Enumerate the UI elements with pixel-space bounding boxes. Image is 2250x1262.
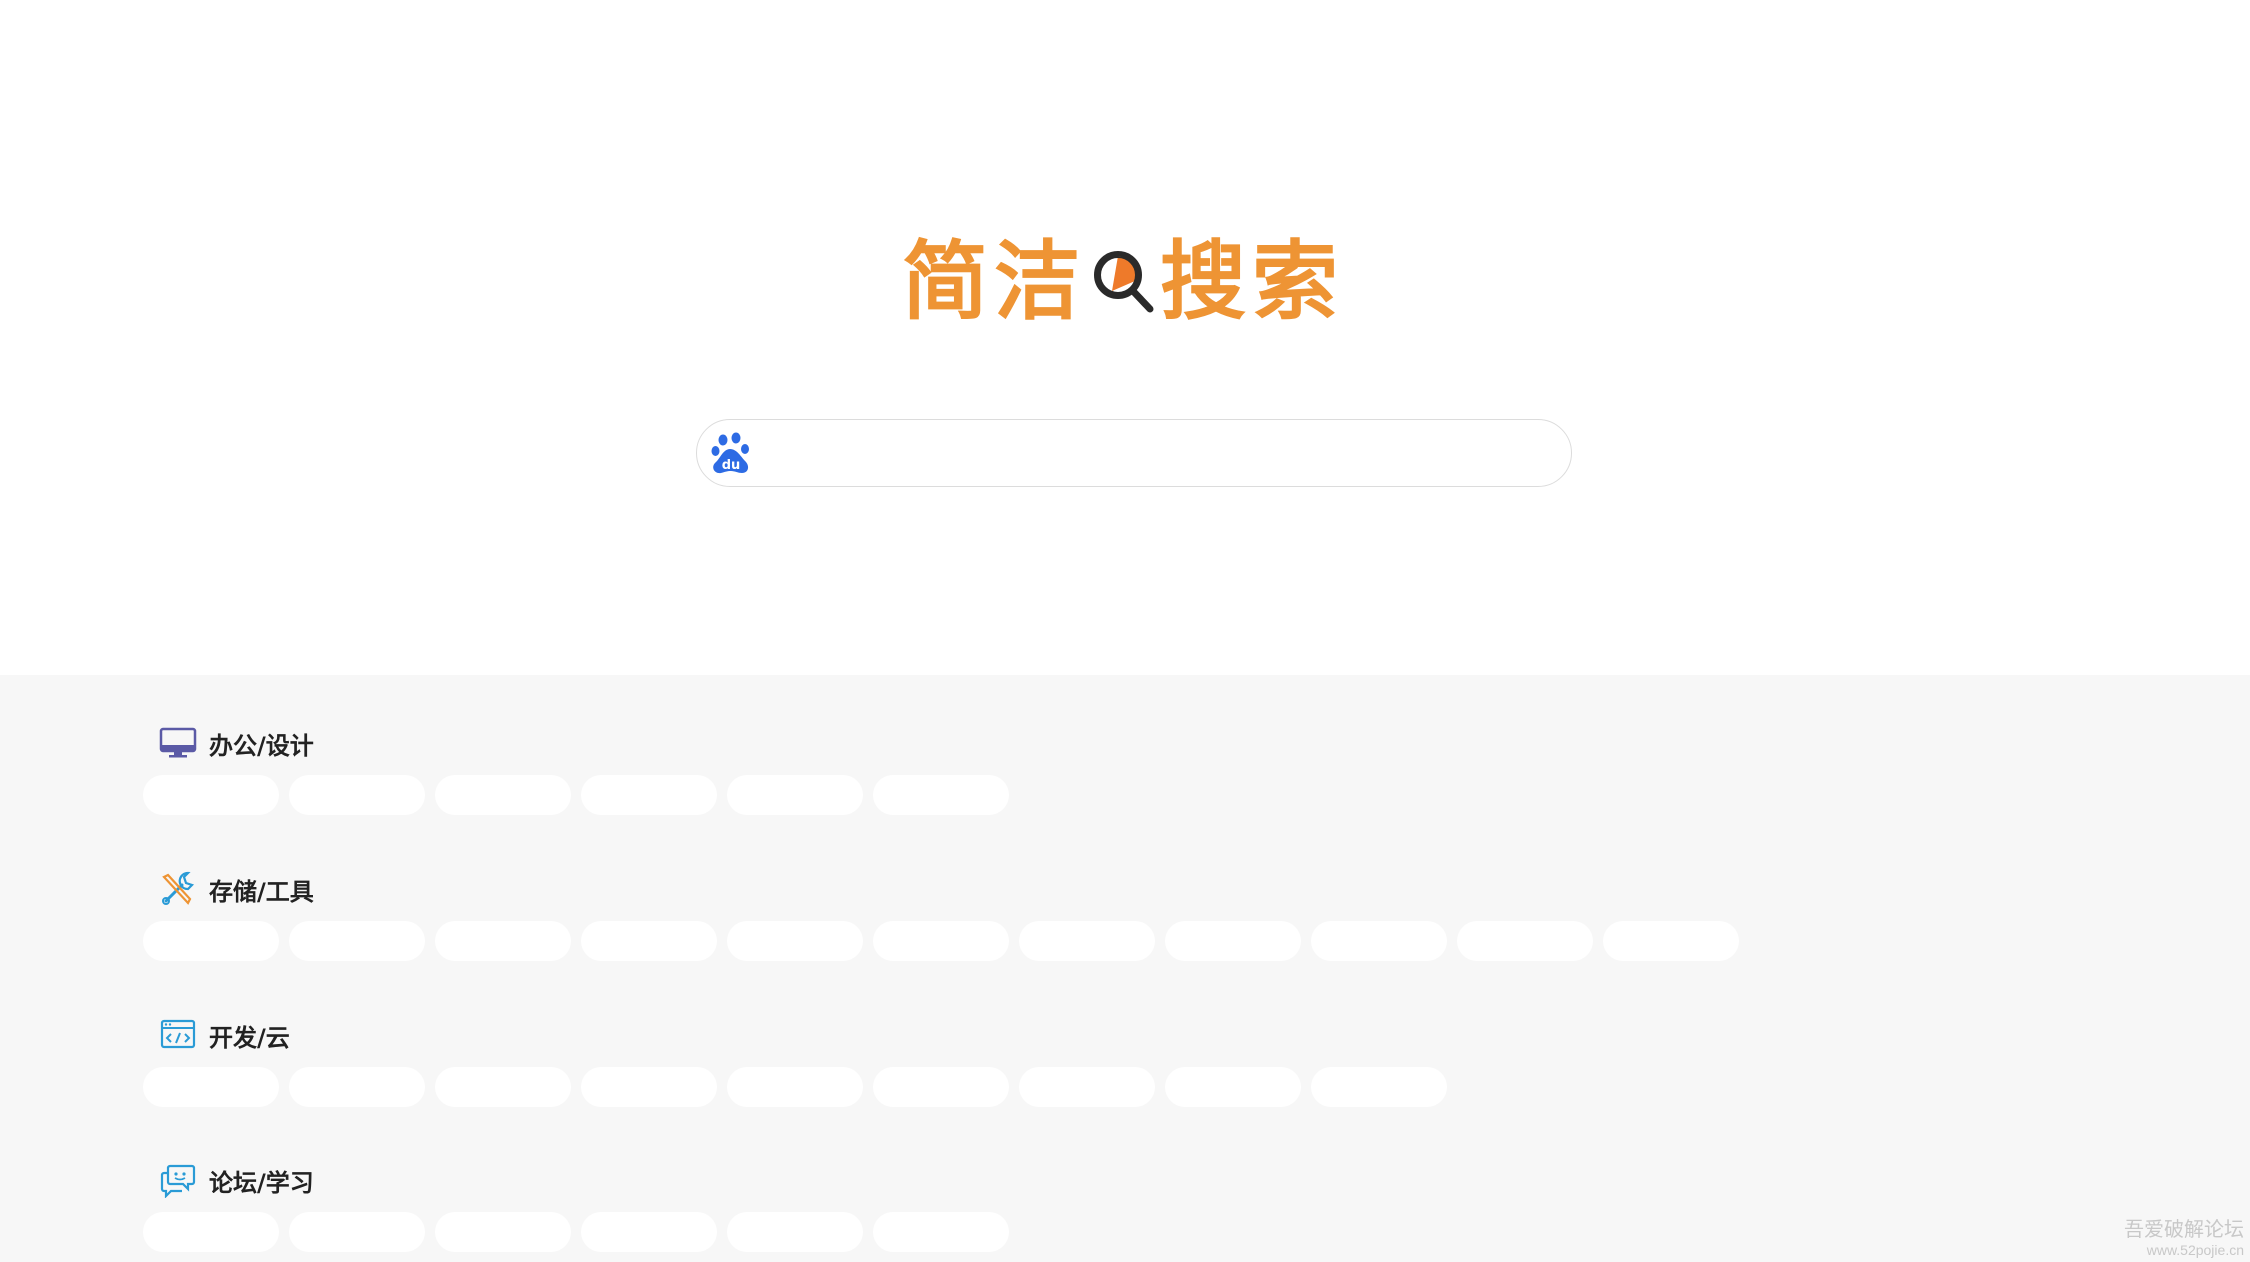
monitor-icon [159, 724, 197, 762]
link-pill[interactable] [1019, 921, 1155, 961]
link-pill[interactable] [1603, 921, 1739, 961]
link-pill[interactable] [873, 921, 1009, 961]
link-pill[interactable] [1019, 1067, 1155, 1107]
link-pill[interactable] [289, 775, 425, 815]
link-pill[interactable] [727, 1067, 863, 1107]
link-pill[interactable] [289, 1067, 425, 1107]
link-pill[interactable] [289, 1212, 425, 1252]
link-row [143, 1212, 1019, 1252]
link-pill[interactable] [581, 1067, 717, 1107]
logo-text-left: 简洁 [902, 231, 1086, 332]
link-pill[interactable] [873, 1067, 1009, 1107]
category-title: 办公/设计 [209, 731, 314, 760]
link-pill[interactable] [1311, 921, 1447, 961]
link-pill[interactable] [873, 1212, 1009, 1252]
hero-section: 简洁 搜索 du [0, 0, 2250, 675]
link-pill[interactable] [581, 921, 717, 961]
link-pill[interactable] [727, 921, 863, 961]
category-title: 存储/工具 [209, 877, 314, 906]
site-logo[interactable]: 简洁 搜索 [0, 222, 2250, 342]
link-pill[interactable] [435, 775, 571, 815]
link-pill[interactable] [581, 775, 717, 815]
link-pill[interactable] [727, 775, 863, 815]
link-pill[interactable] [289, 921, 425, 961]
link-pill[interactable] [143, 921, 279, 961]
code-window-icon [159, 1016, 197, 1054]
link-pill[interactable] [435, 921, 571, 961]
category-storage-tools: 存储/工具 [143, 869, 1749, 961]
link-pill[interactable] [143, 1212, 279, 1252]
link-row [143, 921, 1749, 961]
category-title: 论坛/学习 [209, 1168, 314, 1197]
search-bar[interactable]: du [696, 419, 1572, 487]
link-pill[interactable] [873, 775, 1009, 815]
tools-icon [159, 870, 197, 908]
baidu-paw-icon[interactable]: du [709, 431, 753, 475]
chat-bubbles-icon [159, 1161, 197, 1199]
category-office-design: 办公/设计 [143, 723, 1019, 815]
link-pill[interactable] [727, 1212, 863, 1252]
magnifier-logo-icon [1092, 247, 1156, 317]
logo-text-right: 搜索 [1160, 231, 1344, 332]
link-pill[interactable] [581, 1212, 717, 1252]
category-title: 开发/云 [209, 1023, 290, 1052]
link-row [143, 775, 1019, 815]
link-pill[interactable] [435, 1212, 571, 1252]
category-dev-cloud: 开发/云 [143, 1015, 1457, 1107]
search-input[interactable] [753, 423, 1571, 483]
link-pill[interactable] [1165, 1067, 1301, 1107]
link-pill[interactable] [1311, 1067, 1447, 1107]
link-pill[interactable] [1165, 921, 1301, 961]
svg-text:du: du [722, 458, 741, 473]
link-pill[interactable] [143, 775, 279, 815]
link-pill[interactable] [143, 1067, 279, 1107]
link-categories: 办公/设计 存储/工具 开发/云 论坛/学习 吾爱破解论坛 www.52poji… [0, 675, 2250, 1262]
link-pill[interactable] [1457, 921, 1593, 961]
category-forum-learning: 论坛/学习 [143, 1160, 1019, 1252]
link-row [143, 1067, 1457, 1107]
watermark-url: www.52pojie.cn [2146, 1242, 2244, 1258]
watermark: 吾爱破解论坛 www.52pojie.cn [2124, 1213, 2244, 1258]
link-pill[interactable] [435, 1067, 571, 1107]
watermark-title: 吾爱破解论坛 [2124, 1219, 2244, 1241]
